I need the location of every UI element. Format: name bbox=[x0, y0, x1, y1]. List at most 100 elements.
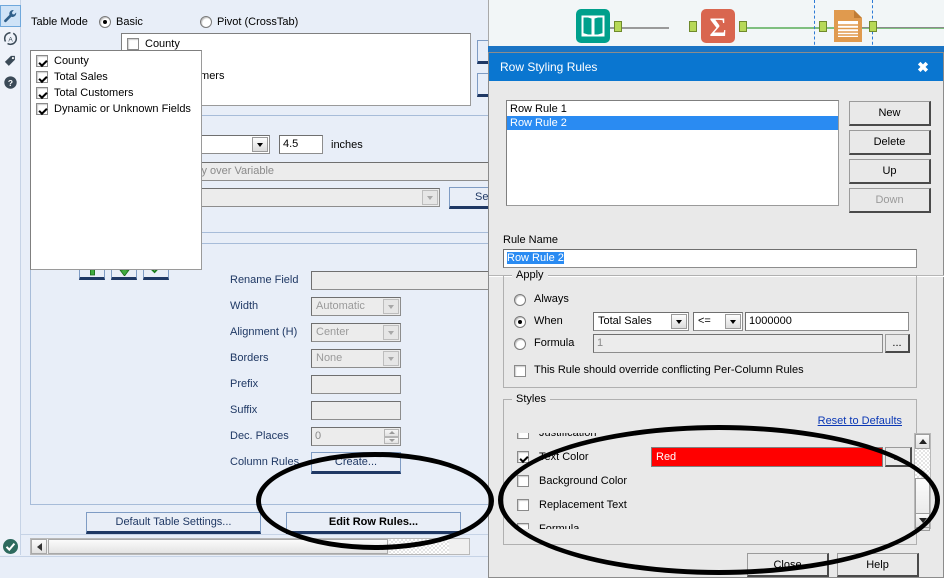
svg-text:A: A bbox=[8, 36, 13, 43]
chevron-down-icon[interactable] bbox=[383, 325, 399, 340]
suffix-input[interactable] bbox=[311, 401, 401, 420]
alignment-combo[interactable]: Center bbox=[311, 323, 401, 342]
radio-pivot[interactable] bbox=[200, 16, 212, 28]
table-mode-option-basic[interactable]: Basic bbox=[99, 16, 184, 28]
table-width-number-input[interactable]: 4.5 bbox=[279, 135, 323, 154]
chevron-down-icon[interactable] bbox=[252, 137, 268, 152]
input-port[interactable] bbox=[689, 21, 697, 32]
reset-to-defaults-link[interactable]: Reset to Defaults bbox=[818, 415, 902, 427]
list-item[interactable]: Row Rule 2 bbox=[507, 116, 838, 130]
output-port[interactable] bbox=[614, 21, 622, 32]
per-column-field-list[interactable]: County Total Sales Total Customers Dynam… bbox=[30, 50, 202, 270]
checkbox[interactable] bbox=[36, 87, 48, 99]
scroll-left-button[interactable] bbox=[31, 539, 47, 554]
style-label: Replacement Text bbox=[539, 499, 627, 511]
checkbox[interactable] bbox=[36, 71, 48, 83]
style-label: Formula bbox=[539, 523, 579, 529]
annotation-icon[interactable]: A bbox=[0, 27, 21, 49]
text-color-browse-label: ... bbox=[893, 451, 902, 463]
alignment-value: Center bbox=[316, 326, 349, 338]
table-tool[interactable] bbox=[829, 7, 867, 45]
output-port[interactable] bbox=[869, 21, 877, 32]
scrollbar-track[interactable] bbox=[389, 539, 449, 554]
close-button[interactable]: Close bbox=[747, 553, 829, 577]
chevron-down-icon[interactable] bbox=[725, 314, 741, 329]
edit-row-rules-button[interactable]: Edit Row Rules... bbox=[286, 512, 461, 534]
checkbox[interactable] bbox=[517, 475, 529, 487]
formula-browse-button[interactable]: ... bbox=[885, 334, 910, 353]
checkbox[interactable] bbox=[36, 55, 48, 67]
dec-places-stepper[interactable]: 0 bbox=[311, 427, 401, 446]
workflow-canvas[interactable]: Σ bbox=[488, 0, 944, 50]
style-row[interactable]: Formula bbox=[517, 517, 579, 529]
config-panel-body: Table Mode Basic Pivot (CrossTab) Group … bbox=[21, 0, 488, 578]
rename-field-label: Rename Field bbox=[230, 274, 298, 286]
new-rule-button[interactable]: New bbox=[849, 101, 931, 126]
stepper-arrows[interactable] bbox=[384, 429, 399, 444]
width-combo[interactable]: Automatic bbox=[311, 297, 401, 316]
when-value: 1000000 bbox=[749, 315, 792, 327]
checkbox[interactable] bbox=[36, 103, 48, 115]
checkbox[interactable] bbox=[517, 433, 529, 439]
list-item[interactable]: Total Sales bbox=[33, 69, 201, 85]
style-row[interactable]: Background Color bbox=[517, 469, 627, 493]
input-data-tool[interactable] bbox=[574, 7, 612, 45]
list-item[interactable]: Dynamic or Unknown Fields bbox=[33, 101, 201, 117]
delete-rule-button[interactable]: Delete bbox=[849, 130, 931, 155]
when-value-input[interactable]: 1000000 bbox=[745, 312, 909, 331]
wrench-icon[interactable] bbox=[0, 5, 21, 27]
table-width-number-value: 4.5 bbox=[283, 138, 298, 150]
radio-when[interactable] bbox=[514, 316, 526, 328]
help-button[interactable]: Help bbox=[837, 553, 919, 577]
chevron-down-icon[interactable] bbox=[383, 299, 399, 314]
radio-always[interactable] bbox=[514, 294, 526, 306]
radio-basic[interactable] bbox=[99, 16, 111, 28]
text-color-swatch[interactable]: Red bbox=[651, 447, 883, 467]
checkbox[interactable] bbox=[517, 499, 529, 511]
move-up-button[interactable]: Up bbox=[849, 159, 931, 184]
rename-field-input[interactable] bbox=[311, 271, 501, 290]
prefix-input[interactable] bbox=[311, 375, 401, 394]
styles-vertical-scrollbar[interactable] bbox=[914, 433, 931, 529]
chevron-down-icon[interactable] bbox=[383, 351, 399, 366]
tag-icon[interactable] bbox=[0, 49, 21, 71]
move-down-button: Down bbox=[849, 188, 931, 213]
close-icon[interactable]: ✖ bbox=[911, 55, 935, 79]
alignment-label: Alignment (H) bbox=[230, 326, 297, 338]
text-color-browse-button[interactable]: ... bbox=[885, 447, 912, 467]
override-rules-checkbox[interactable] bbox=[514, 365, 526, 377]
table-mode-pivot-label: Pivot (CrossTab) bbox=[217, 16, 285, 28]
rule-name-input[interactable]: Row Rule 2 bbox=[503, 249, 917, 268]
style-row[interactable]: Text Color bbox=[517, 445, 589, 469]
scroll-down-button[interactable] bbox=[915, 513, 930, 528]
scroll-up-button[interactable] bbox=[915, 434, 930, 449]
when-field-combo[interactable]: Total Sales bbox=[593, 312, 689, 331]
formula-label: Formula bbox=[534, 337, 574, 349]
help-icon[interactable]: ? bbox=[0, 71, 21, 93]
radio-formula[interactable] bbox=[514, 338, 526, 350]
formula-input: 1 bbox=[593, 334, 883, 353]
table-mode-option-pivot[interactable]: Pivot (CrossTab) bbox=[200, 16, 285, 28]
list-item[interactable]: Row Rule 1 bbox=[507, 102, 838, 116]
style-label: Justification bbox=[539, 433, 596, 439]
rules-list[interactable]: Row Rule 1 Row Rule 2 bbox=[506, 100, 839, 206]
chevron-down-icon[interactable] bbox=[671, 314, 687, 329]
style-label: Background Color bbox=[539, 475, 627, 487]
checkbox[interactable] bbox=[127, 38, 139, 50]
create-column-rules-button[interactable]: Create... bbox=[311, 452, 401, 474]
input-port[interactable] bbox=[819, 21, 827, 32]
list-item[interactable]: Total Customers bbox=[33, 85, 201, 101]
default-table-settings-button[interactable]: Default Table Settings... bbox=[86, 512, 261, 534]
list-item[interactable]: County bbox=[33, 53, 201, 69]
style-row[interactable]: Justification bbox=[517, 433, 596, 445]
horizontal-scrollbar[interactable] bbox=[30, 538, 470, 555]
scrollbar-thumb[interactable] bbox=[48, 539, 388, 554]
when-operator-combo[interactable]: <= bbox=[693, 312, 743, 331]
summarize-tool[interactable]: Σ bbox=[699, 7, 737, 45]
style-row[interactable]: Replacement Text bbox=[517, 493, 627, 517]
output-port[interactable] bbox=[739, 21, 747, 32]
checkbox[interactable] bbox=[517, 523, 529, 529]
borders-combo[interactable]: None bbox=[311, 349, 401, 368]
checkbox[interactable] bbox=[517, 451, 529, 463]
row-styling-rules-dialog: Row Styling Rules ✖ Row Rule 1 Row Rule … bbox=[488, 52, 944, 578]
